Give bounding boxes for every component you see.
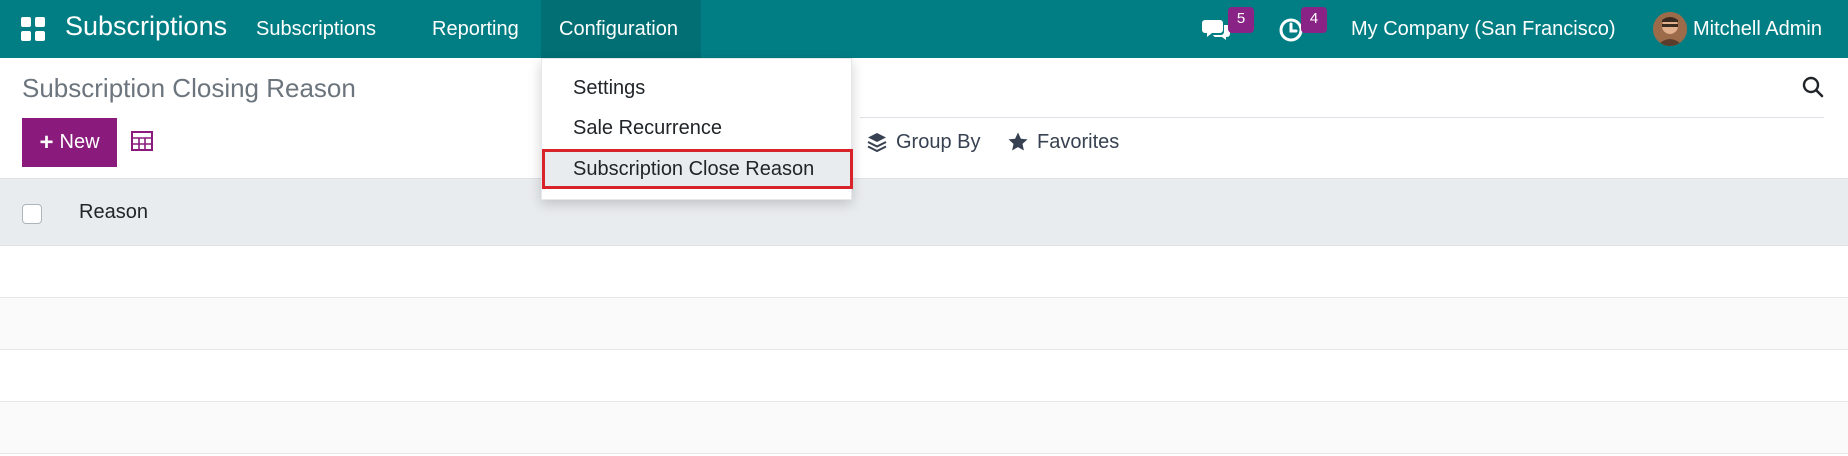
messages-badge: 5 [1228, 7, 1254, 33]
list-view-icon[interactable] [131, 131, 153, 151]
layers-icon [867, 133, 887, 153]
group-by-toggle[interactable]: Group By [866, 127, 980, 157]
app-name[interactable]: Subscriptions [65, 11, 227, 42]
favorites-toggle[interactable]: Favorites [1007, 127, 1119, 157]
list-header: Reason [0, 178, 1848, 246]
empty-row [0, 246, 1848, 298]
top-navbar: Subscriptions Subscriptions Reporting Co… [0, 0, 1848, 58]
column-header-reason[interactable]: Reason [79, 201, 148, 224]
configuration-dropdown: Settings Sale Recurrence Subscription Cl… [541, 58, 853, 200]
user-avatar[interactable] [1653, 12, 1687, 46]
select-all-checkbox[interactable] [22, 204, 42, 224]
empty-row [0, 350, 1848, 402]
dropdown-item-sale-recurrence[interactable]: Sale Recurrence [542, 108, 853, 148]
menu-subscriptions[interactable]: Subscriptions [244, 0, 388, 58]
search-input-underline [860, 117, 1824, 118]
apps-menu-icon[interactable] [21, 17, 45, 41]
empty-row [0, 402, 1848, 454]
menu-configuration[interactable]: Configuration [541, 0, 701, 58]
activities-badge: 4 [1301, 7, 1327, 33]
star-icon [1008, 132, 1028, 151]
new-button-label: New [59, 131, 100, 153]
favorites-label: Favorites [1037, 130, 1120, 153]
new-button[interactable]: + New [22, 118, 117, 167]
group-by-label: Group By [896, 130, 981, 153]
plus-icon: + [39, 128, 54, 156]
menu-reporting[interactable]: Reporting [420, 0, 531, 58]
empty-row [0, 298, 1848, 350]
company-switcher[interactable]: My Company (San Francisco) [1351, 0, 1616, 58]
dropdown-item-settings[interactable]: Settings [542, 68, 853, 108]
dropdown-item-subscription-close-reason[interactable]: Subscription Close Reason [542, 149, 853, 189]
search-icon[interactable] [1801, 75, 1825, 99]
page-title: Subscription Closing Reason [22, 73, 356, 103]
user-menu[interactable]: Mitchell Admin [1693, 0, 1822, 58]
